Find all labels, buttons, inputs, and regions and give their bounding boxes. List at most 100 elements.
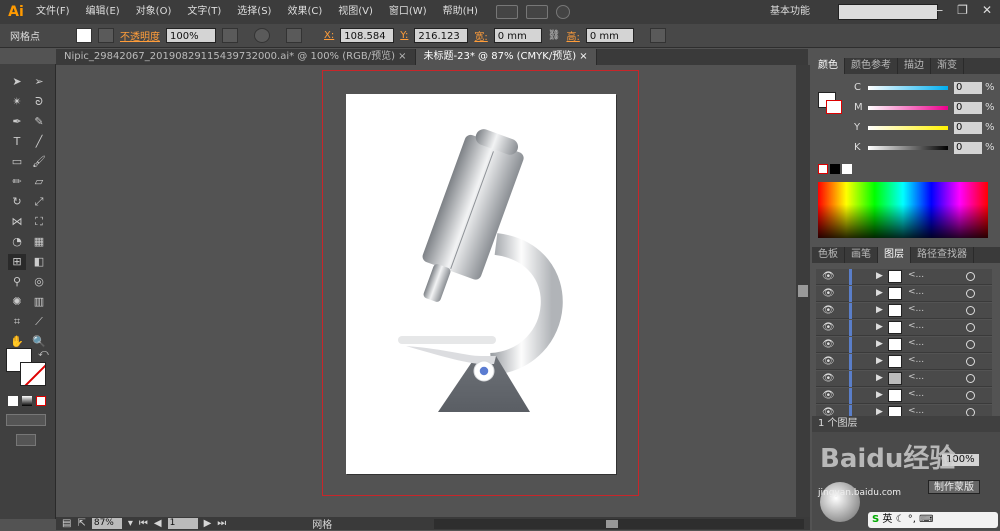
vertical-scrollbar[interactable] (796, 65, 810, 517)
ime-language[interactable]: 英 (882, 514, 892, 525)
expand-icon[interactable]: ▶ (876, 373, 883, 383)
opacity-dropdown[interactable] (222, 28, 238, 43)
eye-icon[interactable]: 👁 (822, 271, 835, 282)
minimize-icon[interactable]: — (931, 3, 943, 17)
tab-stroke[interactable]: 描边 (898, 58, 931, 74)
black-swatch[interactable] (830, 164, 840, 174)
white-swatch[interactable] (842, 164, 852, 174)
expand-icon[interactable]: ▶ (876, 322, 883, 332)
menu-select[interactable]: 选择(S) (229, 0, 279, 24)
make-mask-button[interactable]: 制作蒙版 (928, 480, 980, 494)
perspective-grid-tool-icon[interactable]: ▦ (30, 234, 48, 250)
scroll-thumb[interactable] (798, 285, 808, 297)
pen-tool-icon[interactable]: ✒ (8, 114, 26, 130)
menu-window[interactable]: 窗口(W) (381, 0, 435, 24)
tab-color[interactable]: 颜色 (812, 58, 845, 74)
tab-layers[interactable]: 图层 (878, 247, 911, 263)
magic-wand-tool-icon[interactable]: ✴ (8, 94, 26, 110)
width-tool-icon[interactable]: ⋈ (8, 214, 26, 230)
tab-gradient[interactable]: 渐变 (931, 58, 964, 74)
slider-magenta[interactable]: M 0 % (812, 102, 1000, 116)
opacity-label[interactable]: 不透明度 (120, 28, 160, 43)
menu-view[interactable]: 视图(V) (330, 0, 381, 24)
recolor-icon[interactable] (254, 28, 270, 43)
rectangle-tool-icon[interactable]: ▭ (8, 154, 26, 170)
close-icon[interactable]: × (579, 51, 587, 62)
y-field[interactable]: 216.123 (414, 28, 469, 43)
eye-icon[interactable]: 👁 (822, 356, 835, 367)
eye-icon[interactable]: 👁 (822, 322, 835, 333)
gpu-performance-icon[interactable] (555, 5, 570, 19)
tab-document-2[interactable]: 未标题-23* @ 87% (CMYK/预览) × (415, 49, 597, 65)
layer-row[interactable]: 👁 ▶ <... (816, 303, 992, 319)
scroll-thumb[interactable] (606, 520, 618, 528)
tab-pathfinder[interactable]: 路径查找器 (911, 247, 974, 263)
artboard[interactable] (346, 94, 616, 474)
transform-icon[interactable] (649, 28, 666, 43)
column-graph-tool-icon[interactable]: ▥ (30, 294, 48, 310)
lasso-tool-icon[interactable]: ᘐ (30, 94, 48, 110)
horizontal-scrollbar[interactable] (434, 519, 804, 529)
opacity-field[interactable]: 100% (166, 28, 216, 43)
eye-icon[interactable]: 👁 (822, 373, 835, 384)
color-mode-icon[interactable] (8, 396, 18, 406)
yellow-value[interactable]: 0 (954, 122, 982, 134)
paintbrush-tool-icon[interactable]: 🖌 (30, 154, 48, 170)
type-tool-icon[interactable]: T (8, 134, 26, 150)
artboard-nav-icon[interactable]: ▤ (62, 518, 71, 529)
expand-icon[interactable]: ▶ (876, 339, 883, 349)
h-field[interactable]: 0 mm (585, 28, 634, 43)
page-field[interactable]: 1 (167, 518, 198, 529)
blend-tool-icon[interactable]: ◎ (30, 274, 48, 290)
ime-toolbar[interactable]: S 英 ☾ °, ⌨ (868, 512, 998, 528)
artboard-tool-icon[interactable]: ⌗ (8, 314, 26, 330)
color-spectrum[interactable] (818, 182, 988, 238)
menu-object[interactable]: 对象(O) (128, 0, 180, 24)
tab-brushes[interactable]: 画笔 (845, 247, 878, 263)
selection-tool-icon[interactable]: ➤ (8, 74, 26, 90)
menu-file[interactable]: 文件(F) (28, 0, 78, 24)
layer-row[interactable]: 👁 ▶ <... (816, 388, 992, 404)
eye-icon[interactable]: 👁 (822, 339, 835, 350)
eyedropper-tool-icon[interactable]: ⚲ (8, 274, 26, 290)
none-mode-icon[interactable] (36, 396, 46, 406)
scale-tool-icon[interactable]: ⤢ (30, 194, 48, 210)
next-page-icon[interactable]: ▶ (204, 518, 212, 529)
tab-document-1[interactable]: Nipic_29842067_20190829115439732000.ai* … (56, 49, 416, 65)
shape-builder-tool-icon[interactable]: ◔ (8, 234, 26, 250)
symbol-sprayer-tool-icon[interactable]: ✺ (8, 294, 26, 310)
eye-icon[interactable]: 👁 (822, 288, 835, 299)
punctuation-icon[interactable]: °, (908, 514, 916, 525)
bridge-icon[interactable] (495, 5, 518, 19)
target-icon[interactable] (966, 391, 975, 400)
magenta-value[interactable]: 0 (954, 102, 982, 114)
screen-mode-icon[interactable] (16, 434, 36, 446)
stroke-swatch[interactable] (98, 28, 114, 43)
draw-mode-icon[interactable] (6, 414, 46, 426)
first-page-icon[interactable]: ⏮ (139, 518, 148, 529)
close-icon[interactable]: ✕ (982, 3, 992, 17)
layer-row[interactable]: 👁 ▶ <... (816, 320, 992, 336)
gradient-mode-icon[interactable] (22, 396, 32, 406)
x-field[interactable]: 108.584 (340, 28, 395, 43)
slider-yellow[interactable]: Y 0 % (812, 122, 1000, 136)
none-swatch[interactable] (818, 164, 828, 174)
expand-icon[interactable]: ▶ (876, 305, 883, 315)
export-icon[interactable]: ⇱ (77, 518, 85, 529)
zoom-dropdown[interactable]: ▾ (128, 518, 133, 529)
fill-swatch[interactable] (76, 28, 92, 43)
menu-type[interactable]: 文字(T) (179, 0, 229, 24)
expand-icon[interactable]: ▶ (876, 356, 883, 366)
target-icon[interactable] (966, 272, 975, 281)
target-icon[interactable] (966, 374, 975, 383)
rotate-tool-icon[interactable]: ↻ (8, 194, 26, 210)
target-icon[interactable] (966, 289, 975, 298)
menu-help[interactable]: 帮助(H) (435, 0, 486, 24)
slider-cyan[interactable]: C 0 % (812, 82, 1000, 96)
target-icon[interactable] (966, 306, 975, 315)
microscope-illustration[interactable] (346, 94, 616, 474)
anchor-icon[interactable] (286, 28, 302, 43)
line-tool-icon[interactable]: ╱ (30, 134, 48, 150)
pencil-tool-icon[interactable]: ✏ (8, 174, 26, 190)
free-transform-tool-icon[interactable]: ⛶ (30, 214, 48, 230)
